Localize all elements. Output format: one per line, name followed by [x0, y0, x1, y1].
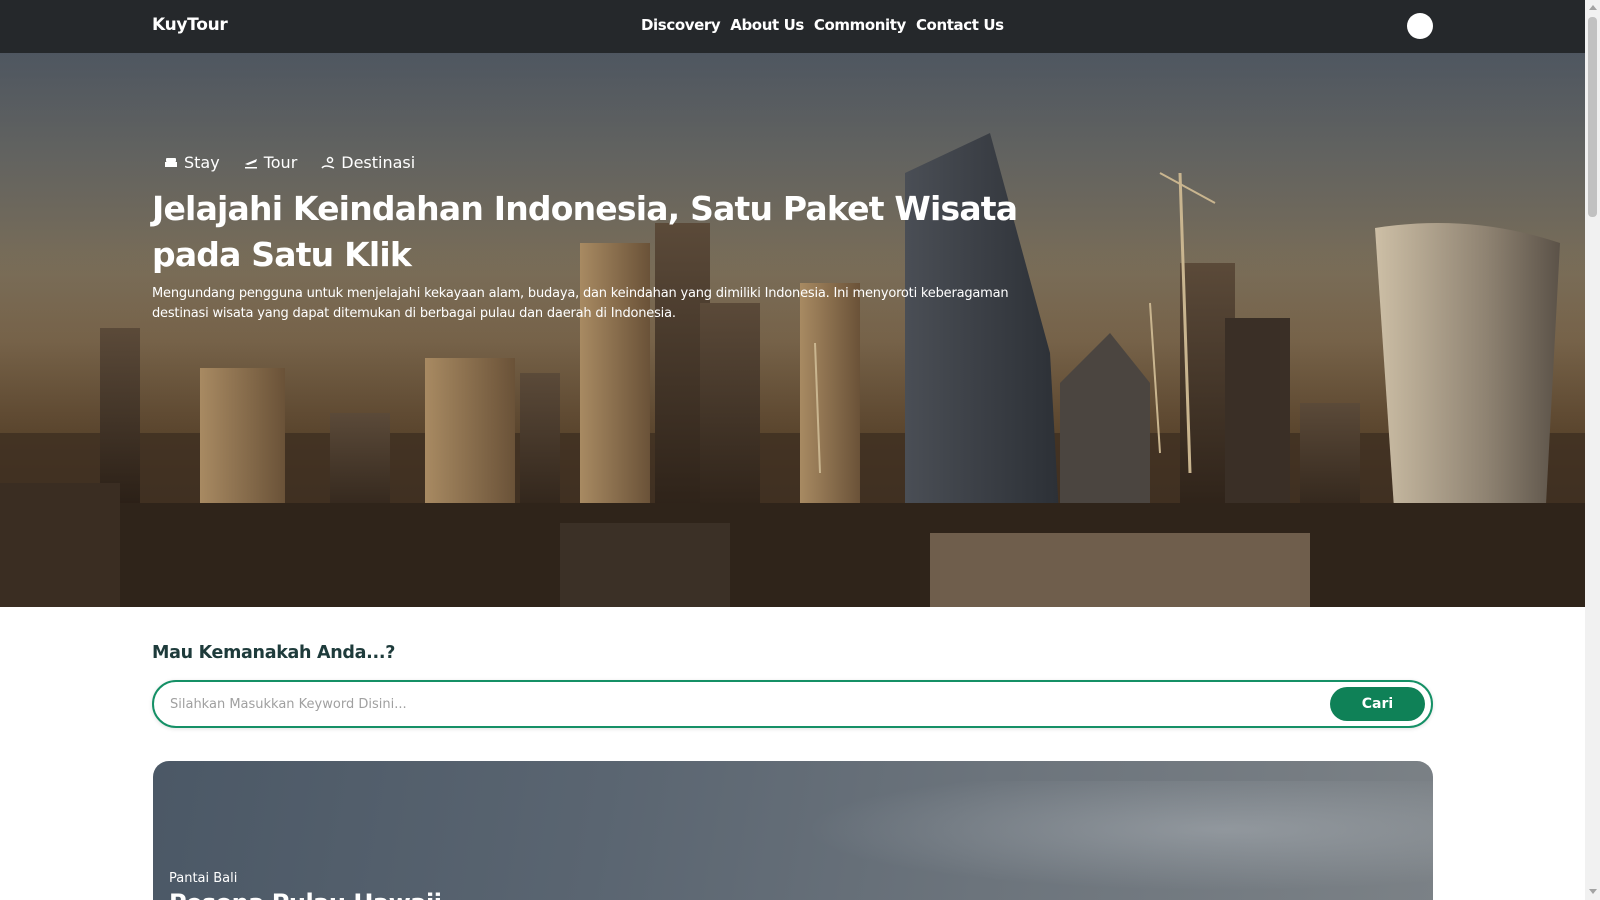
bed-icon — [165, 157, 177, 167]
tab-stay[interactable]: Stay — [164, 153, 220, 172]
navbar: KuyTour Discovery About Us Commonity Con… — [0, 0, 1585, 53]
card-title: Pesona Pulau Hawaii — [169, 889, 442, 900]
hero-title: Jelajahi Keindahan Indonesia, Satu Paket… — [152, 189, 1018, 274]
search-heading: Mau Kemanakah Anda...? — [152, 643, 396, 663]
search-button[interactable]: Cari — [1330, 687, 1425, 721]
tab-destinasi-label: Destinasi — [341, 153, 416, 172]
nav-link-commonity[interactable]: Commonity — [814, 16, 906, 34]
hero-content: Stay Tour Destinasi Jelajahi Keindahan I… — [152, 153, 1032, 324]
search-input[interactable] — [170, 692, 1290, 716]
nav-link-contact-us[interactable]: Contact Us — [916, 16, 1004, 34]
hero-tabs: Stay Tour Destinasi — [164, 153, 1032, 172]
tab-destinasi[interactable]: Destinasi — [321, 153, 415, 172]
user-avatar-icon[interactable] — [1407, 13, 1433, 39]
scrollbar-thumb[interactable] — [1588, 17, 1597, 217]
brand-logo[interactable]: KuyTour — [152, 15, 228, 35]
scroll-up-arrow-icon[interactable] — [1589, 5, 1597, 10]
card-background-image — [733, 781, 1433, 900]
tab-tour-label: Tour — [263, 153, 298, 172]
page: KuyTour Discovery About Us Commonity Con… — [0, 0, 1585, 900]
card-subtitle: Pantai Bali — [169, 871, 238, 886]
tab-stay-label: Stay — [184, 153, 220, 172]
nav-link-discovery[interactable]: Discovery — [641, 16, 721, 34]
hero-section: Stay Tour Destinasi Jelajahi Keindahan I… — [0, 53, 1585, 607]
nav-links: Discovery About Us Commonity Contact Us — [641, 16, 1004, 34]
map-pin-icon — [321, 156, 335, 169]
hero-description: Mengundang pengguna untuk menjelajahi ke… — [152, 286, 1009, 321]
nav-link-about-us[interactable]: About Us — [730, 16, 804, 34]
plane-icon — [244, 158, 257, 168]
tab-tour[interactable]: Tour — [244, 153, 298, 172]
destination-card[interactable]: Pantai Bali Pesona Pulau Hawaii — [153, 761, 1433, 900]
scroll-down-arrow-icon[interactable] — [1589, 889, 1597, 894]
search-box: Cari — [152, 680, 1433, 728]
scrollbar[interactable] — [1585, 0, 1600, 900]
city-skyline-image — [0, 133, 1585, 607]
